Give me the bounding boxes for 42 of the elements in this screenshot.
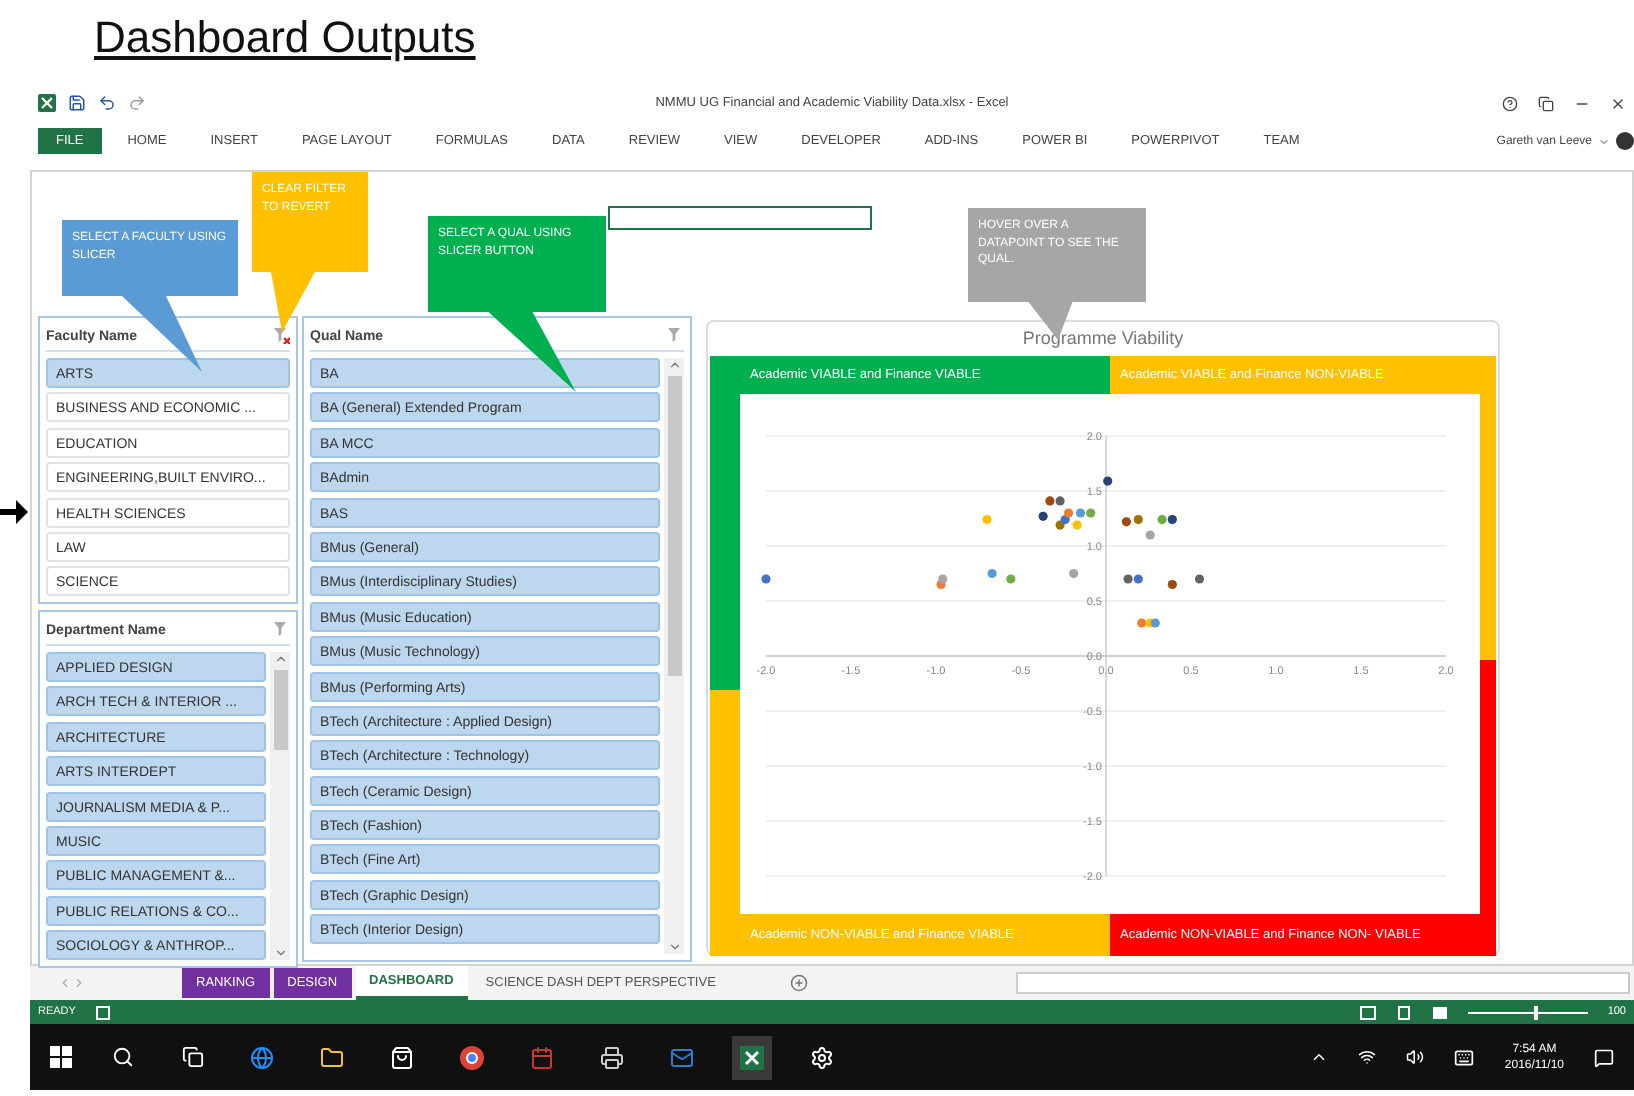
data-point <box>761 574 771 584</box>
windows-start-icon[interactable] <box>50 1046 72 1068</box>
caret-icon[interactable] <box>1598 135 1610 147</box>
page-break-icon[interactable] <box>1431 1005 1448 1019</box>
data-point <box>1194 574 1205 584</box>
chart-title: Programme Viability <box>1022 326 1184 352</box>
scroll-down-icon[interactable] <box>667 940 681 954</box>
slide-title: Dashboard Outputs <box>94 12 476 64</box>
close-icon[interactable] <box>1610 95 1626 111</box>
tray-caret-icon[interactable] <box>1310 1048 1329 1066</box>
data-point <box>982 515 992 525</box>
horizontal-scrollbar[interactable] <box>1016 972 1630 994</box>
scroll-up-icon[interactable] <box>667 358 681 372</box>
undo-icon[interactable] <box>98 94 116 112</box>
scroll-up-icon[interactable] <box>273 652 287 666</box>
data-point <box>1167 579 1177 590</box>
data-point <box>1006 574 1016 584</box>
page-layout-icon[interactable] <box>1395 1005 1412 1019</box>
network-icon[interactable] <box>1358 1048 1377 1066</box>
user-avatar <box>1616 132 1634 150</box>
help-icon[interactable] <box>1502 95 1518 111</box>
normal-view-icon[interactable] <box>1359 1005 1376 1019</box>
scroll-down-icon[interactable] <box>273 946 287 961</box>
data-point <box>987 568 997 579</box>
selected-cell[interactable] <box>608 206 872 230</box>
data-point <box>1069 568 1079 579</box>
redo-icon[interactable] <box>128 94 146 112</box>
volume-icon[interactable] <box>1406 1048 1425 1066</box>
save-icon[interactable] <box>68 94 86 112</box>
macro-record-icon[interactable] <box>95 1005 110 1019</box>
scrollbar[interactable] <box>664 358 684 954</box>
notification-icon[interactable] <box>1594 1047 1614 1067</box>
keyboard-icon[interactable] <box>1454 1047 1475 1067</box>
data-point <box>1038 511 1048 521</box>
add-sheet-icon[interactable] <box>789 974 808 992</box>
pointer-arrow-icon <box>0 500 28 524</box>
data-point <box>1103 476 1113 486</box>
scrollbar[interactable] <box>270 652 290 961</box>
data-point <box>1145 530 1155 540</box>
spreadsheet-app-icon[interactable] <box>732 1035 772 1079</box>
clear-filter-icon[interactable] <box>274 328 290 344</box>
ribbon-display-icon[interactable] <box>1538 95 1554 111</box>
